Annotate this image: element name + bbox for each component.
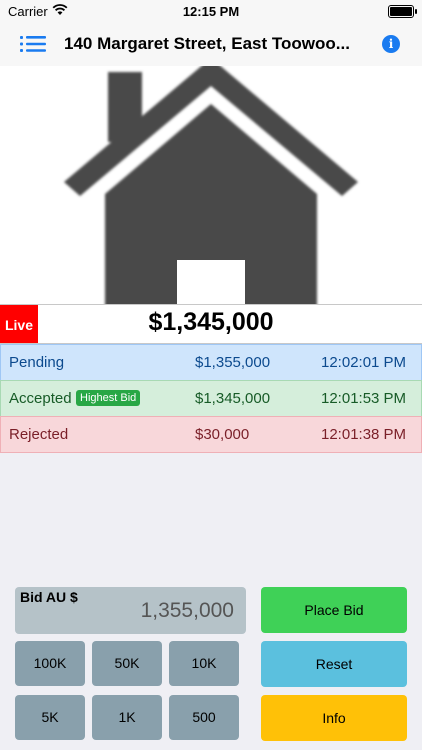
bid-amount: $1,355,000 — [195, 354, 271, 371]
bid-amount-field[interactable]: Bid AU $ 1,355,000 — [15, 587, 246, 634]
bid-time: 12:02:01 PM — [321, 354, 407, 371]
status-bar: Carrier 12:15 PM — [0, 0, 422, 22]
page-title: 140 Margaret Street, East Toowoo... — [64, 34, 350, 53]
bid-amount: $30,000 — [195, 426, 250, 443]
increment-1k-button[interactable]: 1K — [92, 695, 162, 740]
bid-row-rejected: Rejected $30,000 12:01:38 PM — [0, 416, 422, 453]
info-button[interactable]: Info — [261, 695, 407, 741]
list-icon[interactable] — [20, 33, 46, 55]
bid-status: Rejected — [9, 426, 69, 443]
bid-input-value: 1,355,000 — [140, 599, 234, 622]
increment-50k-button[interactable]: 50K — [92, 641, 162, 686]
bid-row-accepted: Accepted Highest Bid $1,345,000 12:01:53… — [0, 380, 422, 417]
bid-status: Pending — [9, 354, 65, 371]
info-circle-icon[interactable]: i — [382, 35, 400, 53]
bid-time: 12:01:53 PM — [321, 390, 407, 407]
battery-icon — [388, 5, 417, 18]
bid-time: 12:01:38 PM — [321, 426, 407, 443]
reset-button[interactable]: Reset — [261, 641, 407, 687]
highest-bid-badge: Highest Bid — [76, 390, 141, 406]
bid-input-label: Bid AU $ — [20, 589, 78, 605]
bid-status: Accepted — [9, 390, 72, 407]
increment-5k-button[interactable]: 5K — [15, 695, 85, 740]
property-image — [0, 66, 422, 304]
increment-10k-button[interactable]: 10K — [169, 641, 239, 686]
bid-row-pending: Pending $1,355,000 12:02:01 PM — [0, 344, 422, 381]
current-price-bar: Live $1,345,000 — [0, 304, 422, 344]
increment-100k-button[interactable]: 100K — [15, 641, 85, 686]
place-bid-button[interactable]: Place Bid — [261, 587, 407, 633]
increment-500-button[interactable]: 500 — [169, 695, 239, 740]
current-price: $1,345,000 — [148, 308, 274, 336]
navigation-bar: 140 Margaret Street, East Toowoo... i — [0, 22, 422, 67]
house-icon — [64, 66, 358, 304]
clock: 12:15 PM — [182, 4, 240, 19]
bid-amount: $1,345,000 — [195, 390, 271, 407]
